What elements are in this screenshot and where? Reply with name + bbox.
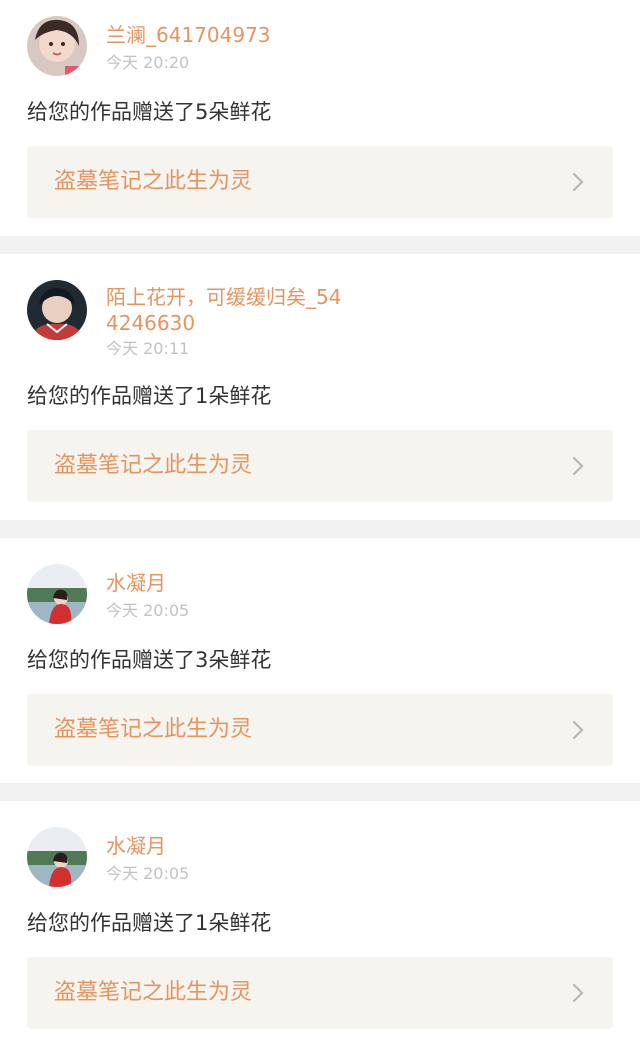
gift-message: 给您的作品赠送了1朵鲜花 (27, 911, 272, 935)
notification-card: 陌上花开，可缓缓归矣_544246630 今天 20:11 给您的作品赠送了1朵… (0, 254, 640, 520)
work-link-button[interactable]: 盗墓笔记之此生为灵 (27, 430, 613, 502)
timestamp: 今天 20:20 (106, 53, 190, 72)
gift-message: 给您的作品赠送了1朵鲜花 (27, 384, 272, 408)
username[interactable]: 水凝月 (106, 570, 346, 596)
notification-card: 水凝月 今天 20:05 给您的作品赠送了1朵鲜花 盗墓笔记之此生为灵 (0, 801, 640, 1041)
chevron-right-icon (572, 172, 584, 192)
work-title: 盗墓笔记之此生为灵 (54, 453, 253, 478)
work-title: 盗墓笔记之此生为灵 (54, 980, 253, 1005)
notification-feed: 兰澜_641704973 今天 20:20 给您的作品赠送了5朵鲜花 盗墓笔记之… (0, 0, 640, 1041)
work-link-button[interactable]: 盗墓笔记之此生为灵 (27, 146, 613, 218)
timestamp: 今天 20:11 (106, 339, 190, 358)
work-title: 盗墓笔记之此生为灵 (54, 717, 253, 742)
user-avatar[interactable] (27, 564, 87, 624)
work-title: 盗墓笔记之此生为灵 (54, 169, 253, 194)
work-link-button[interactable]: 盗墓笔记之此生为灵 (27, 694, 613, 766)
user-avatar[interactable] (27, 827, 87, 887)
username[interactable]: 陌上花开，可缓缓归矣_544246630 (106, 284, 346, 336)
user-avatar[interactable] (27, 16, 87, 76)
timestamp: 今天 20:05 (106, 601, 190, 620)
chevron-right-icon (572, 720, 584, 740)
notification-card: 水凝月 今天 20:05 给您的作品赠送了3朵鲜花 盗墓笔记之此生为灵 (0, 538, 640, 783)
gift-message: 给您的作品赠送了3朵鲜花 (27, 648, 272, 672)
timestamp: 今天 20:05 (106, 864, 190, 883)
chevron-right-icon (572, 983, 584, 1003)
work-link-button[interactable]: 盗墓笔记之此生为灵 (27, 957, 613, 1029)
user-avatar[interactable] (27, 280, 87, 340)
chevron-right-icon (572, 456, 584, 476)
gift-message: 给您的作品赠送了5朵鲜花 (27, 100, 272, 124)
username[interactable]: 兰澜_641704973 (106, 22, 346, 48)
username[interactable]: 水凝月 (106, 833, 346, 859)
notification-card: 兰澜_641704973 今天 20:20 给您的作品赠送了5朵鲜花 盗墓笔记之… (0, 0, 640, 236)
